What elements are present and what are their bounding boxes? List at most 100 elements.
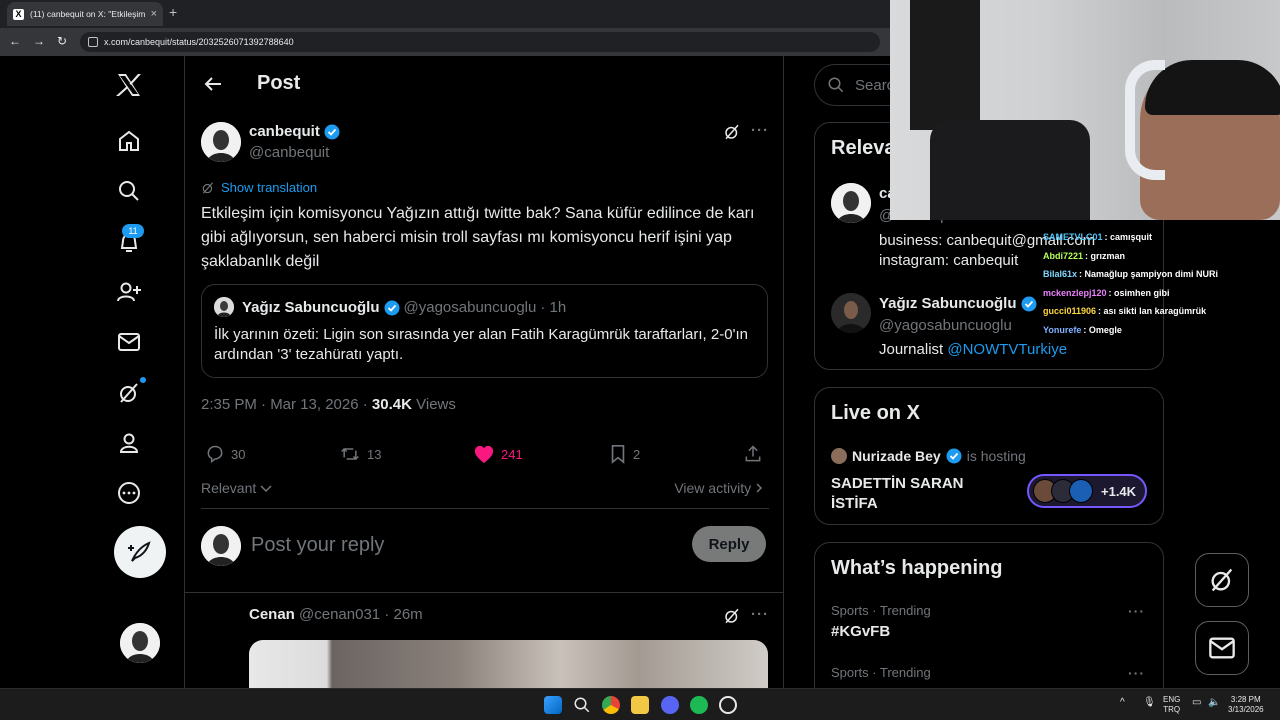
language-indicator[interactable]: ENG TRQ (1163, 695, 1180, 715)
account-avatar[interactable] (120, 623, 160, 663)
url-field[interactable]: x.com/canbequit/status/20325260713927886… (80, 32, 880, 52)
post-timestamp[interactable]: 2:35 PM · Mar 13, 2026 · (201, 396, 368, 413)
more-circle-icon[interactable] (114, 478, 144, 508)
back-arrow-icon[interactable]: ← (9, 34, 21, 48)
volume-icon[interactable]: 🔈 (1208, 698, 1220, 708)
chat-user: Abdi7221 (1043, 250, 1084, 261)
clock-date: 3/13/2026 (1228, 705, 1264, 714)
chevron-down-icon (260, 485, 272, 493)
microphone-icon[interactable]: 🎙 (1143, 698, 1156, 708)
close-tab-icon[interactable]: × (151, 8, 157, 20)
chat-user: Yonurefe (1043, 324, 1082, 335)
trend-more-icon[interactable]: ··· (1128, 603, 1145, 619)
person-name[interactable]: Yağız Sabuncuoğlu (879, 295, 1037, 312)
comment-time: · 26m (384, 606, 423, 623)
file-explorer-icon[interactable] (631, 696, 649, 714)
share-action[interactable] (743, 444, 763, 464)
grok-icon[interactable] (723, 607, 741, 630)
show-translation-link[interactable]: Show translation (201, 180, 317, 195)
person-name-text: Yağız Sabuncuoğlu (879, 295, 1017, 312)
person-add-icon[interactable] (114, 277, 144, 307)
repost-action[interactable]: 13 (339, 444, 381, 464)
like-count: 241 (501, 446, 523, 462)
host-status: is hosting (966, 448, 1026, 464)
chat-message: Yonurefe: Omegle (1043, 321, 1243, 340)
author-name-text: canbequit (249, 123, 320, 140)
spotify-icon[interactable] (690, 696, 708, 714)
verified-badge-icon (384, 300, 400, 315)
new-tab-button[interactable]: + (169, 4, 177, 20)
home-icon[interactable] (114, 126, 144, 156)
sort-relevant-label: Relevant (201, 480, 257, 496)
quote-name: Yağız Sabuncuoğlu (242, 299, 380, 316)
reply-count: 30 (231, 446, 246, 462)
back-arrow-icon[interactable] (203, 74, 223, 99)
author-name[interactable]: canbequit (249, 123, 340, 140)
comment-header[interactable]: Cenan @cenan031 · 26m (249, 606, 423, 623)
x-favicon-icon: X (13, 8, 24, 20)
profile-icon[interactable] (114, 428, 144, 458)
reload-icon[interactable]: ↻ (57, 34, 67, 48)
trend-meta: Sports · Trending (831, 665, 931, 680)
headset (1125, 60, 1165, 180)
space-title[interactable]: SADETTİN SARAN İSTİFA (831, 474, 1011, 514)
more-options-icon[interactable]: ··· (751, 122, 769, 139)
lang-secondary: TRQ (1163, 705, 1181, 714)
grok-icon (1211, 568, 1233, 592)
sort-relevant-dropdown[interactable]: Relevant (201, 480, 272, 496)
space-host[interactable]: Nurizade Bey is hosting (831, 448, 1026, 464)
messages-floating-button[interactable] (1195, 621, 1249, 675)
grok-icon[interactable] (723, 123, 741, 146)
space-listeners-pill[interactable]: +1.4K (1027, 474, 1147, 508)
comment-media-image[interactable] (249, 640, 768, 688)
view-activity-link[interactable]: View activity (674, 480, 763, 496)
person-bio: instagram: canbequit (879, 252, 1019, 269)
author-avatar[interactable] (201, 122, 241, 162)
gaming-chair (930, 120, 1090, 220)
grok-icon[interactable] (114, 378, 144, 408)
mail-icon[interactable] (114, 327, 144, 357)
tray-chevron-icon[interactable]: ^ (1120, 698, 1125, 708)
person-bio: Journalist @NOWTVTurkiye (879, 340, 1067, 360)
person-avatar[interactable] (831, 293, 871, 333)
person-avatar[interactable] (831, 183, 871, 223)
search-icon[interactable] (114, 176, 144, 206)
chevron-right-icon (756, 483, 763, 493)
grok-floating-button[interactable] (1195, 553, 1249, 607)
left-sidebar: 11 (0, 56, 184, 688)
site-info-icon[interactable] (88, 37, 98, 47)
chrome-icon[interactable] (602, 696, 620, 714)
verified-badge-icon (324, 124, 340, 139)
reply-input[interactable]: Post your reply (251, 534, 384, 557)
chat-text: : Omegle (1083, 324, 1122, 335)
quoted-post[interactable]: Yağız Sabuncuoğlu @yagosabuncuoglu · 1h … (201, 284, 768, 378)
trend-meta: Sports · Trending (831, 603, 931, 618)
author-handle[interactable]: @canbequit (249, 144, 329, 161)
show-translation-label: Show translation (221, 180, 318, 195)
verified-badge-icon (946, 448, 962, 464)
trend-more-icon[interactable]: ··· (1128, 665, 1145, 681)
reply-action[interactable]: 30 (205, 444, 245, 464)
chat-text: : Namağlup şampiyon dimi NURi (1079, 269, 1219, 279)
system-clock[interactable]: 3:28 PM 3/13/2026 (1228, 695, 1264, 715)
like-action[interactable]: 241 (473, 444, 523, 464)
trend-name[interactable]: #KGvFB (831, 623, 890, 640)
chat-text: : camışquit (1104, 232, 1153, 242)
app-icon[interactable] (719, 696, 737, 714)
windows-start-icon[interactable] (544, 696, 562, 714)
network-icon[interactable]: ▭ (1192, 698, 1201, 708)
bio-mention-link[interactable]: @NOWTVTurkiye (947, 341, 1067, 358)
reply-button[interactable]: Reply (692, 526, 766, 562)
bookmark-action[interactable]: 2 (609, 444, 640, 464)
more-options-icon[interactable]: ··· (751, 606, 769, 623)
forward-arrow-icon[interactable]: → (33, 34, 45, 48)
x-logo-icon[interactable] (114, 70, 144, 100)
chat-user: gucci011906 (1043, 306, 1097, 316)
browser-tab[interactable]: X (11) canbequit on X: "Etkileşim × (7, 2, 163, 26)
taskbar-search-icon[interactable] (573, 696, 591, 714)
listener-avatar (1069, 479, 1093, 503)
view-activity-label: View activity (674, 480, 752, 496)
tab-title: (11) canbequit on X: "Etkileşim (30, 9, 145, 19)
post-feather-button[interactable] (114, 526, 166, 578)
discord-icon[interactable] (661, 696, 679, 714)
